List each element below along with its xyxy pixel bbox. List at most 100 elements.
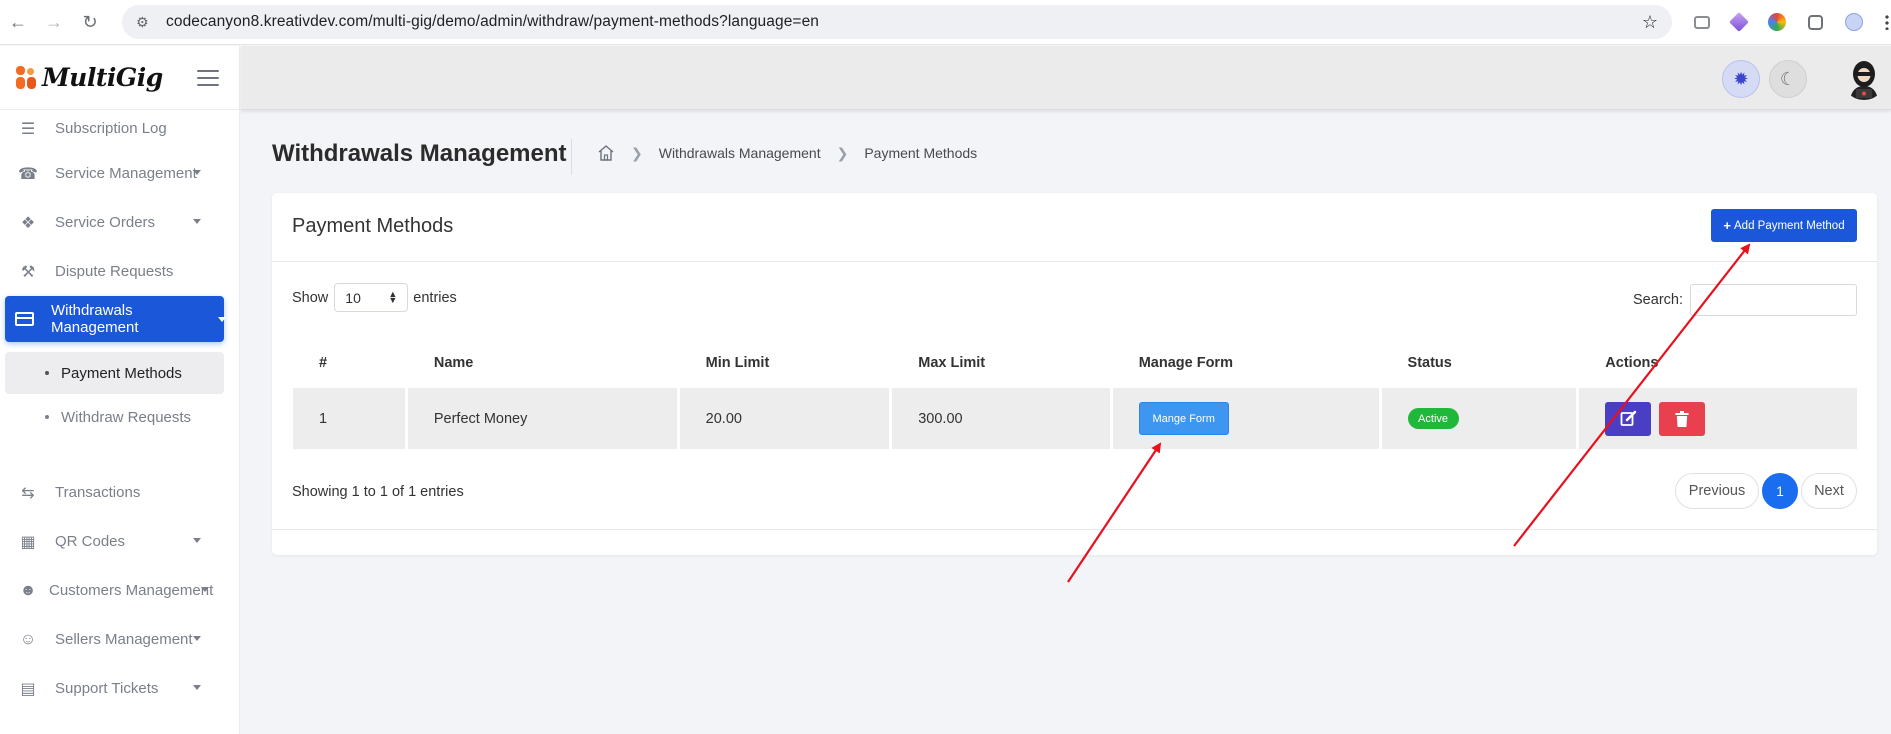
column-header-max-limit[interactable]: Max Limit <box>892 355 1109 371</box>
forward-icon[interactable]: → <box>40 8 68 36</box>
entries-label: entries <box>413 289 457 306</box>
caret-down-icon <box>193 685 201 690</box>
column-header-status[interactable]: Status <box>1382 355 1577 371</box>
light-theme-button[interactable]: ✹ <box>1722 60 1760 98</box>
sidebar-item-dispute-requests[interactable]: ⚒ Dispute Requests <box>0 247 239 296</box>
sidebar-item-label: Withdrawals Management <box>50 302 139 336</box>
column-header-name[interactable]: Name <box>408 355 677 371</box>
page-1-button[interactable]: 1 <box>1762 473 1798 509</box>
title-divider <box>571 139 572 175</box>
sidebar-item-service-orders[interactable]: ❖ Service Orders <box>0 198 239 247</box>
camera-icon[interactable] <box>1694 15 1710 29</box>
add-payment-method-button[interactable]: + Add Payment Method <box>1711 209 1857 242</box>
column-header-actions[interactable]: Actions <box>1579 355 1857 371</box>
search-label: Search: <box>1633 292 1683 308</box>
hamburger-menu-icon[interactable] <box>197 69 219 86</box>
manage-form-button[interactable]: Mange Form <box>1138 402 1229 435</box>
bullet-icon <box>45 371 49 375</box>
chevron-right-icon: ❯ <box>631 144 643 161</box>
sidebar-subitem-payment-methods[interactable]: Payment Methods <box>5 352 224 394</box>
bookmark-star-icon[interactable]: ☆ <box>1642 12 1658 33</box>
brand-name[interactable]: MultiGig <box>42 63 163 92</box>
cell-max-limit: 300.00 <box>892 388 1110 449</box>
chevron-right-icon: ❯ <box>836 144 849 161</box>
logo-icon <box>16 65 38 90</box>
home-icon[interactable] <box>597 144 615 162</box>
url-text[interactable]: codecanyon8.kreativdev.com/multi-gig/dem… <box>166 13 819 31</box>
user-tie-icon: ☺ <box>19 630 37 648</box>
column-header-manage-form[interactable]: Manage Form <box>1113 355 1379 371</box>
gavel-icon: ⚒ <box>20 263 36 281</box>
caret-down-icon <box>218 317 226 322</box>
sidebar-item-label: Subscription Log <box>55 120 167 137</box>
cell-actions <box>1579 388 1857 449</box>
site-settings-icon[interactable]: ⚙ <box>136 14 156 31</box>
trash-icon <box>1675 410 1689 427</box>
edit-icon <box>1620 410 1637 426</box>
qrcode-icon: ▦ <box>20 533 36 551</box>
column-header-index[interactable]: # <box>293 355 405 371</box>
browser-menu-icon[interactable] <box>1885 14 1889 30</box>
previous-page-button[interactable]: Previous <box>1675 473 1759 509</box>
address-bar[interactable]: ⚙ codecanyon8.kreativdev.com/multi-gig/d… <box>122 5 1672 39</box>
sidebar-item-service-management[interactable]: ☎ Service Management <box>0 149 239 198</box>
sidebar-subitem-withdraw-requests[interactable]: Withdraw Requests <box>5 396 224 438</box>
caret-down-icon <box>201 587 209 592</box>
caret-down-icon <box>193 219 201 224</box>
card-header: Payment Methods + Add Payment Method <box>272 193 1877 262</box>
sidebar-item-label: Support Tickets <box>55 680 159 697</box>
users-icon: ☻ <box>19 581 37 599</box>
sidebar-item-sellers-management[interactable]: ☺ Sellers Management <box>0 615 239 664</box>
sidebar-subitem-label: Withdraw Requests <box>61 408 192 426</box>
sidebar-item-support-tickets[interactable]: ▤ Support Tickets <box>0 664 239 713</box>
search-input[interactable] <box>1690 284 1857 316</box>
puzzle-extension-icon[interactable] <box>1808 14 1823 30</box>
add-payment-method-label: Add Payment Method <box>1734 219 1845 232</box>
sidebar-item-qr-codes[interactable]: ▦ QR Codes <box>0 517 239 566</box>
status-badge: Active <box>1407 408 1459 429</box>
sidebar-item-label: Service Orders <box>55 214 156 231</box>
sidebar-item-label: Customers Management <box>49 582 214 599</box>
card-title: Payment Methods <box>292 215 454 237</box>
back-icon[interactable]: ← <box>4 8 32 36</box>
column-header-min-limit[interactable]: Min Limit <box>680 355 890 371</box>
brand: MultiGig <box>0 46 239 110</box>
pagination: Previous 1 Next <box>1675 473 1857 509</box>
bullet-icon <box>45 415 49 419</box>
sidebar-item-transactions[interactable]: ⇆ Transactions <box>0 468 239 517</box>
page-title: Withdrawals Management <box>272 140 567 167</box>
sidebar-item-withdrawals-management[interactable]: Withdrawals Management <box>5 296 226 342</box>
color-extension-icon[interactable] <box>1768 13 1786 31</box>
profile-icon[interactable] <box>1845 13 1863 31</box>
sidebar-item-subscription-log[interactable]: ☰ Subscription Log <box>0 108 239 149</box>
sun-icon: ✹ <box>1733 68 1749 89</box>
exchange-icon: ⇆ <box>21 484 35 502</box>
list-icon: ☰ <box>20 120 36 138</box>
table-info: Showing 1 to 1 of 1 entries <box>292 484 464 500</box>
ticket-icon: ▤ <box>20 680 36 698</box>
show-label: Show <box>292 289 329 306</box>
delete-button[interactable] <box>1659 401 1706 436</box>
browser-toolbar: ← → ↻ ⚙ codecanyon8.kreativdev.com/multi… <box>0 0 1891 45</box>
sidebar-item-label: Transactions <box>55 484 141 501</box>
next-page-button[interactable]: Next <box>1801 473 1857 509</box>
avatar[interactable] <box>1842 56 1886 100</box>
payment-methods-card: Payment Methods + Add Payment Method Sho… <box>272 193 1877 555</box>
cell-manage-form: Mange Form <box>1112 388 1379 449</box>
breadcrumb-item[interactable]: Withdrawals Management <box>659 145 821 161</box>
pen-extension-icon[interactable] <box>1729 12 1749 32</box>
search-control: Search: <box>1633 284 1857 316</box>
breadcrumb: ❯ Withdrawals Management ❯ Payment Metho… <box>597 144 977 162</box>
caret-down-icon <box>193 170 201 175</box>
table-header: # Name Min Limit Max Limit Manage Form S… <box>293 338 1857 387</box>
cell-name: Perfect Money <box>407 388 677 449</box>
edit-button[interactable] <box>1605 401 1652 436</box>
entries-length-control: Show 10 ▲ ▼ entries <box>292 283 457 312</box>
cell-min-limit: 20.00 <box>679 388 890 449</box>
reload-icon[interactable]: ↻ <box>76 8 104 36</box>
entries-select[interactable]: 10 ▲ ▼ <box>334 283 409 312</box>
sidebar-item-customers-management[interactable]: ☻ Customers Management <box>0 566 239 615</box>
sidebar-item-label: Sellers Management <box>55 631 193 648</box>
cell-index: 1 <box>293 388 405 449</box>
dark-theme-button[interactable]: ☾ <box>1769 60 1807 98</box>
